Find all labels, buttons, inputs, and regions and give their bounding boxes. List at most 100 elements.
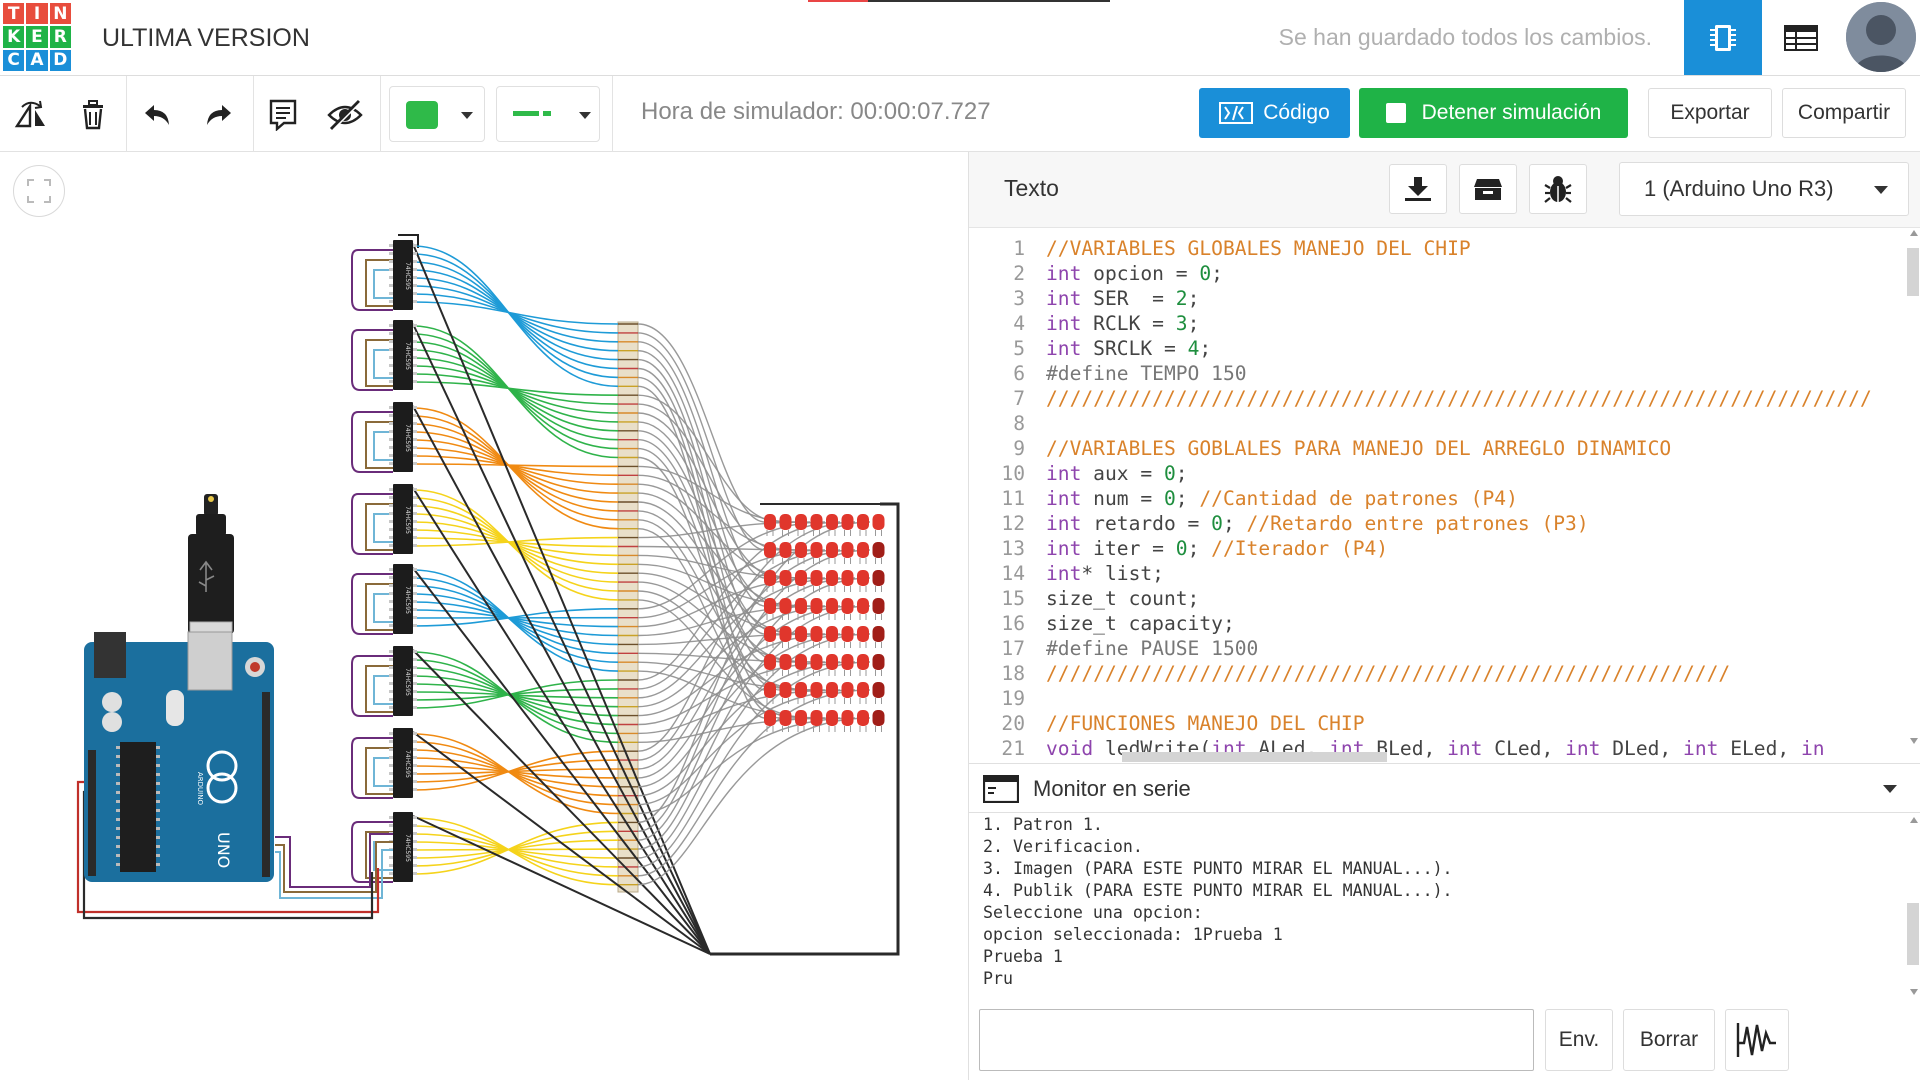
editor-horizontal-scroll-thumb[interactable] (1122, 752, 1387, 762)
code-line[interactable]: 9 //VARIABLES GOBLALES PARA MANEJO DEL AR… (969, 436, 1909, 461)
chip-control-wire (365, 421, 393, 469)
fit-view-button[interactable] (13, 165, 65, 217)
code-line[interactable]: 11 int num = 0; //Cantidad de patrones (P… (969, 486, 1909, 511)
code-line[interactable]: 13 int iter = 0; //Iterador (P4) (969, 536, 1909, 561)
code-button[interactable]: Código (1199, 88, 1350, 138)
serial-monitor-title: Monitor en serie (1033, 776, 1191, 801)
led (795, 626, 807, 642)
code-line[interactable]: 2 int opcion = 0; (969, 261, 1909, 286)
led (826, 598, 838, 614)
chevron-down-icon[interactable] (1883, 785, 1897, 793)
notes-button[interactable] (260, 92, 306, 138)
libraries-button[interactable] (1459, 164, 1517, 214)
stop-simulation-button[interactable]: Detener simulación (1359, 88, 1628, 138)
code-line[interactable]: 1 //VARIABLES GLOBALES MANEJO DEL CHIP (969, 236, 1909, 261)
tinkercad-logo[interactable]: TIN KER CAD (3, 3, 71, 71)
chip-pin (389, 592, 393, 595)
rotate-button[interactable] (8, 92, 54, 138)
color-picker[interactable] (389, 86, 485, 142)
circuit-view-button[interactable] (1684, 0, 1762, 75)
redo-button[interactable] (196, 92, 242, 138)
code-line[interactable]: 20 //FUNCIONES MANEJO DEL CHIP (969, 711, 1909, 736)
led (857, 682, 869, 698)
code-mode-label[interactable]: Texto (1004, 175, 1059, 202)
led (779, 682, 792, 698)
debugger-button[interactable] (1529, 164, 1587, 214)
device-select[interactable]: 1 (Arduino Uno R3) (1619, 162, 1909, 216)
send-button[interactable]: Env. (1545, 1009, 1613, 1071)
code-editor[interactable]: 1//VARIABLES GLOBALES MANEJO DEL CHIP 2 in… (969, 228, 1920, 763)
code-line[interactable]: 17 #define PAUSE 1500 (969, 636, 1909, 661)
chip-pin (413, 292, 417, 295)
serial-vertical-scrollbar[interactable] (1907, 813, 1920, 999)
led (779, 570, 792, 586)
crystal (166, 690, 184, 726)
download-code-button[interactable] (1389, 164, 1447, 214)
code-line[interactable]: 8 (969, 411, 1909, 436)
code-line[interactable]: 10 int aux = 0; (969, 461, 1909, 486)
share-button[interactable]: Compartir (1782, 88, 1906, 138)
led-wire (637, 717, 871, 886)
code-line[interactable]: 12 int retardo = 0; //Retardo entre patro… (969, 511, 1909, 536)
chip-pin (413, 856, 417, 859)
editor-horizontal-scrollbar[interactable] (1027, 749, 1907, 763)
logo-letter: R (49, 26, 71, 48)
led (764, 682, 776, 698)
serial-input[interactable] (979, 1009, 1534, 1071)
code-line[interactable]: 3 int SER = 2; (969, 286, 1909, 311)
components-list-button[interactable] (1762, 0, 1840, 75)
circuit-canvas[interactable]: 74HC595 74HC595 74HC595 74HC595 74HC595 74HC5… (0, 152, 968, 1080)
usb-plug-body (188, 534, 234, 634)
serial-scroll-thumb[interactable] (1907, 903, 1919, 965)
code-line[interactable]: 4 int RCLK = 3; (969, 311, 1909, 336)
chip-pin (413, 772, 417, 775)
led (872, 710, 885, 726)
undo-button[interactable] (134, 92, 180, 138)
code-line[interactable]: 5 int SRCLK = 4; (969, 336, 1909, 361)
chip-pin (389, 372, 393, 375)
logo-letter: I (26, 3, 48, 25)
editor-vertical-scrollbar[interactable] (1907, 228, 1920, 763)
led (810, 514, 823, 530)
atmega-pin (156, 746, 160, 749)
code-line[interactable]: 16 size_t capacity; (969, 611, 1909, 636)
chip-pin (413, 682, 417, 685)
user-avatar[interactable] (1846, 2, 1916, 72)
code-token: num = (1081, 487, 1164, 510)
line-number: 1 (1013, 237, 1025, 260)
wire-style-picker[interactable] (496, 86, 600, 142)
chip-pin (413, 690, 417, 693)
clear-button[interactable]: Borrar (1623, 1009, 1715, 1071)
export-button[interactable]: Exportar (1648, 88, 1772, 138)
code-line[interactable]: 7 ///////////////////////////////////////… (969, 386, 1909, 411)
power-jack (94, 632, 126, 678)
code-line[interactable]: 18 //////////////////////////////////////… (969, 661, 1909, 686)
ground-wire (412, 323, 711, 955)
delete-button[interactable] (70, 92, 116, 138)
color-swatch (406, 101, 438, 129)
chip-pin (389, 576, 393, 579)
download-icon (1405, 177, 1431, 201)
serial-monitor-header[interactable]: Monitor en serie (969, 763, 1920, 813)
project-title[interactable]: ULTIMA VERSION (102, 24, 310, 53)
chip-pin (413, 698, 417, 701)
chip-pin (413, 520, 417, 523)
code-line[interactable]: 14 int* list; (969, 561, 1909, 586)
line-number: 2 (1013, 262, 1025, 285)
editor-vertical-scroll-thumb[interactable] (1907, 248, 1919, 296)
code-token: ; (1187, 537, 1212, 560)
code-line[interactable]: 15 size_t count; (969, 586, 1909, 611)
chip-pin (413, 674, 417, 677)
code-line[interactable]: 6 #define TEMPO 150 (969, 361, 1909, 386)
chip-pin (413, 276, 417, 279)
led (826, 570, 838, 586)
graph-button[interactable] (1725, 1009, 1789, 1071)
line-number: 20 (1001, 712, 1025, 735)
circuit-workspace[interactable]: 74HC595 74HC595 74HC595 74HC595 74HC595 74HC5… (0, 152, 968, 1080)
chip-pin (413, 340, 417, 343)
atmega-pin (156, 764, 160, 767)
visibility-button[interactable] (322, 92, 368, 138)
led-wire (637, 465, 796, 523)
chip-pin (413, 840, 417, 843)
code-line[interactable]: 19 (969, 686, 1909, 711)
